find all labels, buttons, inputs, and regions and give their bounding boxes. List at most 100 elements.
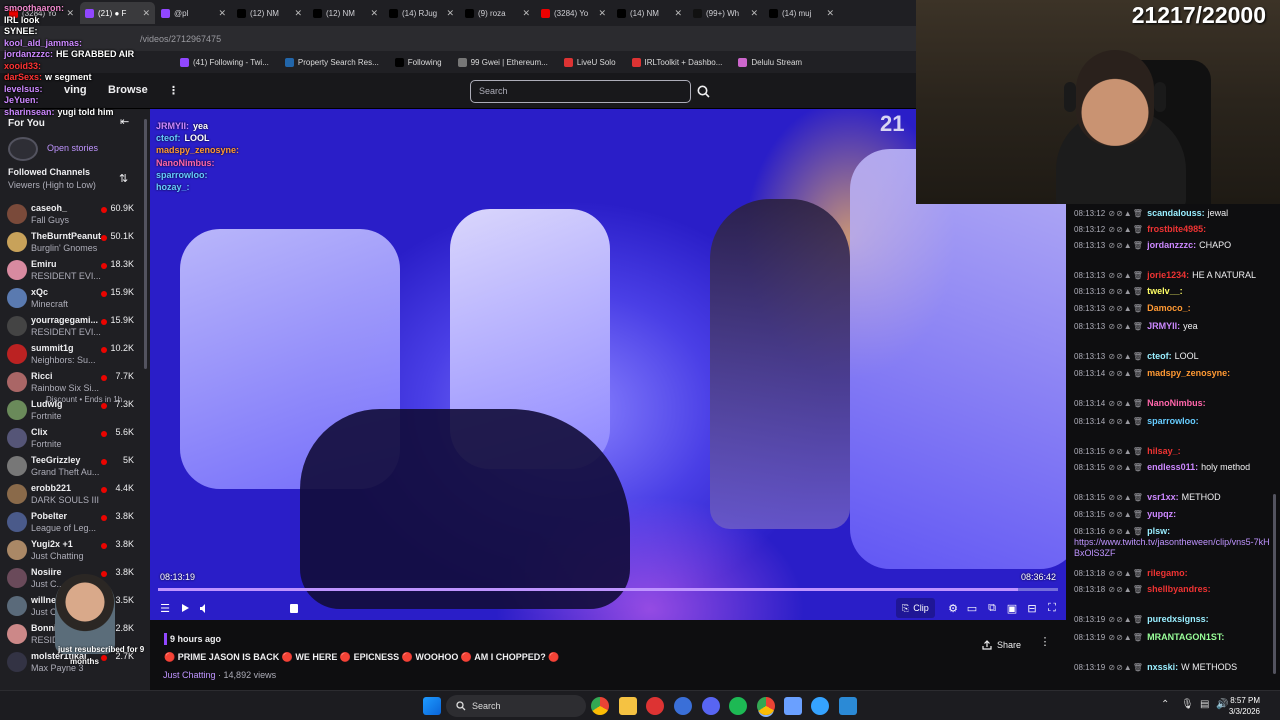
mod-tools-icon[interactable]: ⊘⊘▲🗑 bbox=[1105, 417, 1147, 426]
notepad-icon[interactable] bbox=[784, 697, 802, 715]
mod-tools-icon[interactable]: ⊘⊘▲🗑 bbox=[1105, 304, 1147, 313]
tab-close-icon[interactable]: ✕ bbox=[66, 8, 74, 19]
spotify-icon[interactable] bbox=[729, 697, 747, 715]
volume-button[interactable] bbox=[196, 600, 212, 616]
search-input[interactable]: Search bbox=[470, 80, 691, 103]
play-button[interactable] bbox=[177, 600, 193, 616]
tab-close-icon[interactable]: ✕ bbox=[218, 8, 226, 19]
speaker-icon[interactable]: 🔊 bbox=[1216, 699, 1228, 710]
network-icon[interactable]: ▤ bbox=[1200, 699, 1209, 710]
nav-more-icon[interactable]: ⋮ bbox=[168, 84, 179, 97]
collapse-sidebar-icon[interactable]: ⇤ bbox=[120, 115, 129, 128]
chat-username[interactable]: madspy_zenosyne: bbox=[1147, 368, 1230, 378]
chrome-active-icon[interactable] bbox=[757, 697, 775, 715]
mod-tools-icon[interactable]: ⊘⊘▲🗑 bbox=[1105, 493, 1147, 502]
chat-username[interactable]: hilsay_: bbox=[1147, 446, 1181, 456]
chat-username[interactable]: jorie1234: bbox=[1147, 270, 1189, 280]
chat-username[interactable]: jordanzzzc: bbox=[1147, 240, 1196, 250]
nav-browse-link[interactable]: Browse bbox=[108, 84, 148, 96]
discord-icon[interactable] bbox=[702, 697, 720, 715]
browser-tab[interactable]: (21) ● F ✕ bbox=[80, 2, 155, 24]
chat-username[interactable]: frostbite4985: bbox=[1147, 224, 1206, 234]
popout-icon[interactable]: ⧉ bbox=[984, 600, 1000, 616]
mic-icon[interactable]: 🎙 bbox=[1181, 699, 1194, 710]
mod-tools-icon[interactable]: ⊘⊘▲🗑 bbox=[1105, 615, 1147, 624]
bookmark-item[interactable]: (41) Following - Twi... bbox=[180, 57, 269, 67]
bookmark-item[interactable]: LiveU Solo bbox=[563, 57, 616, 67]
bookmark-item[interactable]: IRLToolkit + Dashbo... bbox=[631, 57, 722, 67]
sidebar-channel-item[interactable]: TeeGrizzley Grand Theft Au... 5K bbox=[0, 453, 140, 481]
sidebar-channel-item[interactable]: Emiru RESIDENT EVI... 18.3K bbox=[0, 257, 140, 285]
sidebar-channel-item[interactable]: Clix Fortnite 5.6K bbox=[0, 425, 140, 453]
sidebar-channel-item[interactable]: erobb221 DARK SOULS III 4.4K bbox=[0, 481, 140, 509]
sidebar-channel-item[interactable]: caseoh_ Fall Guys 60.9K bbox=[0, 201, 140, 229]
theatre-mode-icon[interactable]: ▭ bbox=[964, 600, 980, 616]
chat-username[interactable]: puredxsignss: bbox=[1147, 614, 1209, 624]
address-bar[interactable]: /videos/2712967475 bbox=[0, 26, 916, 51]
mod-tools-icon[interactable]: ⊘⊘▲🗑 bbox=[1105, 369, 1147, 378]
category-link[interactable]: Just Chatting bbox=[163, 670, 216, 680]
browser-tab[interactable]: (12) NM ✕ bbox=[232, 2, 307, 24]
mod-tools-icon[interactable]: ⊘⊘▲🗑 bbox=[1105, 399, 1147, 408]
mod-tools-icon[interactable]: ⊘⊘▲🗑 bbox=[1105, 463, 1147, 472]
miniplayer-icon[interactable]: ▣ bbox=[1004, 600, 1020, 616]
mod-tools-icon[interactable]: ⊘⊘▲🗑 bbox=[1105, 447, 1147, 456]
browser-tab[interactable]: @pl ✕ bbox=[156, 2, 231, 24]
chat-username[interactable]: plsw: bbox=[1147, 526, 1170, 536]
clip-button[interactable]: ⎘ Clip bbox=[896, 598, 935, 618]
chat-username[interactable]: JRMYII: bbox=[1147, 321, 1180, 331]
system-clock[interactable]: 8:57 PM 3/3/2026 bbox=[1229, 695, 1260, 717]
sidebar-channel-item[interactable]: yourragegami... RESIDENT EVI... 15.9K bbox=[0, 313, 140, 341]
tab-close-icon[interactable]: ✕ bbox=[522, 8, 530, 19]
mod-tools-icon[interactable]: ⊘⊘▲🗑 bbox=[1105, 510, 1147, 519]
chat-link[interactable]: https://www.twitch.tv/jasontheween/clip/… bbox=[1074, 537, 1270, 558]
sidebar-channel-item[interactable]: Yugi2x +1 Just Chatting 3.8K bbox=[0, 537, 140, 565]
mod-tools-icon[interactable]: ⊘⊘▲🗑 bbox=[1105, 241, 1147, 250]
tab-close-icon[interactable]: ✕ bbox=[446, 8, 454, 19]
sidebar-channel-item[interactable]: Pobelter League of Leg... 3.8K bbox=[0, 509, 140, 537]
chat-username[interactable]: NanoNimbus: bbox=[1147, 398, 1206, 408]
chat-username[interactable]: yupqz: bbox=[1147, 509, 1176, 519]
tray-chevron-icon[interactable]: ⌃ bbox=[1161, 699, 1169, 710]
file-explorer-icon[interactable] bbox=[619, 697, 637, 715]
theatre-icon[interactable]: ⊟ bbox=[1024, 600, 1040, 616]
browser-tab[interactable]: (14) NM ✕ bbox=[612, 2, 687, 24]
windows-start-icon[interactable] bbox=[423, 697, 441, 715]
chrome-icon[interactable] bbox=[591, 697, 609, 715]
nav-following-link[interactable]: ving bbox=[64, 84, 87, 96]
browser-tab[interactable]: (3284) Yo ✕ bbox=[536, 2, 611, 24]
mod-tools-icon[interactable]: ⊘⊘▲🗑 bbox=[1105, 271, 1147, 280]
chat-username[interactable]: Damoco_: bbox=[1147, 303, 1191, 313]
tab-close-icon[interactable]: ✕ bbox=[294, 8, 302, 19]
mod-tools-icon[interactable]: ⊘⊘▲🗑 bbox=[1105, 569, 1147, 578]
mod-tools-icon[interactable]: ⊘⊘▲🗑 bbox=[1105, 663, 1147, 672]
chat-username[interactable]: nxsski: bbox=[1147, 662, 1178, 672]
chat-scrollbar[interactable] bbox=[1273, 494, 1276, 674]
sort-icon[interactable]: ⇅ bbox=[119, 172, 128, 185]
browser-tab[interactable]: (12) NM ✕ bbox=[308, 2, 383, 24]
browser-tab[interactable]: (14) RJug ✕ bbox=[384, 2, 459, 24]
tab-close-icon[interactable]: ✕ bbox=[370, 8, 378, 19]
sidebar-scrollbar[interactable] bbox=[144, 119, 147, 369]
more-options-icon[interactable]: ⋮ bbox=[1038, 635, 1052, 655]
seek-bar[interactable] bbox=[158, 588, 1058, 591]
mod-tools-icon[interactable]: ⊘⊘▲🗑 bbox=[1105, 585, 1147, 594]
chapters-icon[interactable]: ☰ bbox=[157, 600, 173, 616]
sidebar-channel-item[interactable]: Ludwig Fortnite 7.3K bbox=[0, 397, 140, 425]
app-icon-cyan[interactable] bbox=[839, 697, 857, 715]
sidebar-channel-item[interactable]: xQc Minecraft 15.9K bbox=[0, 285, 140, 313]
mod-tools-icon[interactable]: ⊘⊘▲🗑 bbox=[1105, 352, 1147, 361]
mod-tools-icon[interactable]: ⊘⊘▲🗑 bbox=[1105, 225, 1147, 234]
mod-tools-icon[interactable]: ⊘⊘▲🗑 bbox=[1105, 527, 1147, 536]
tab-close-icon[interactable]: ✕ bbox=[826, 8, 834, 19]
search-button[interactable] bbox=[692, 80, 714, 103]
edge-icon[interactable] bbox=[811, 697, 829, 715]
sidebar-channel-item[interactable]: TheBurntPeanut Burglin' Gnomes 50.1K bbox=[0, 229, 140, 257]
mod-tools-icon[interactable]: ⊘⊘▲🗑 bbox=[1105, 633, 1147, 642]
share-button[interactable]: Share bbox=[976, 635, 1027, 655]
taskbar-search[interactable]: Search bbox=[446, 695, 586, 717]
bookmark-item[interactable]: 99 Gwei | Ethereum... bbox=[457, 57, 548, 67]
chat-username[interactable]: vsr1xx: bbox=[1147, 492, 1179, 502]
app-icon-blue[interactable] bbox=[674, 697, 692, 715]
tab-close-icon[interactable]: ✕ bbox=[674, 8, 682, 19]
